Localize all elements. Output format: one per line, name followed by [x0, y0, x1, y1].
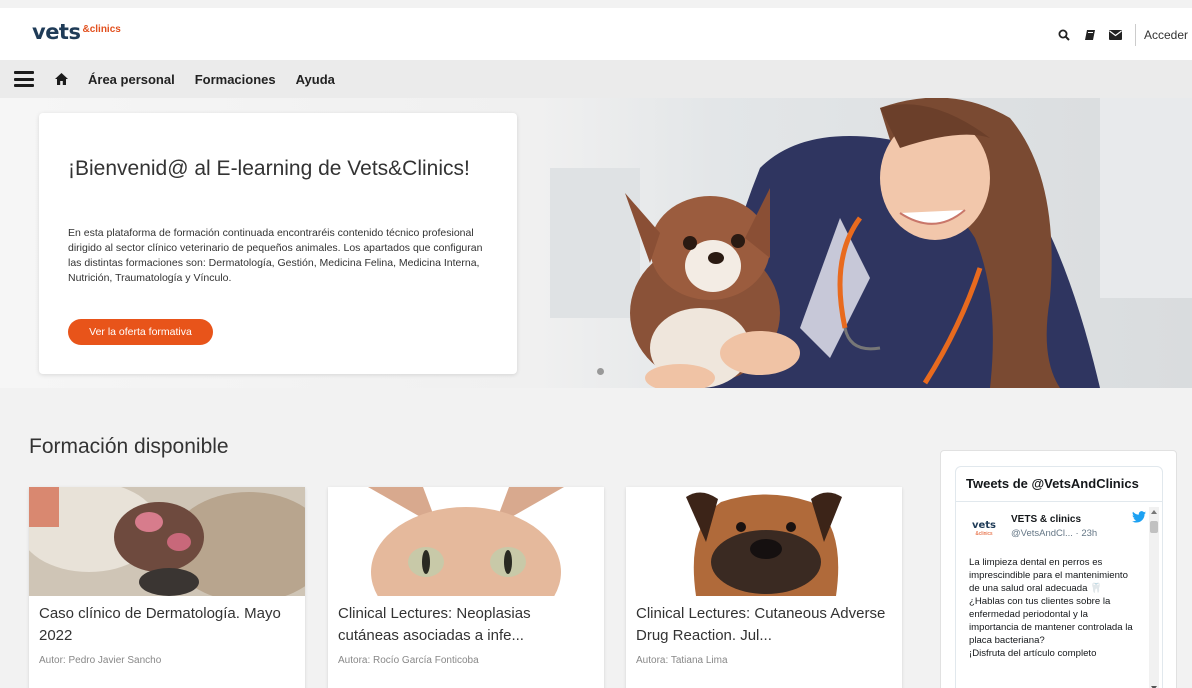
twitter-scrollbar[interactable] — [1149, 507, 1159, 688]
scroll-up-arrow-icon[interactable] — [1151, 510, 1157, 514]
search-icon[interactable] — [1051, 24, 1077, 46]
course-author: Autora: Tatiana Lima — [636, 655, 728, 666]
header-divider — [1134, 24, 1136, 46]
twitter-header[interactable]: Tweets de @VetsAndClinics — [956, 467, 1162, 502]
section-title: Formación disponible — [29, 435, 229, 458]
course-image-sphynx-cat — [328, 487, 604, 596]
course-title[interactable]: Caso clínico de Dermatología. Mayo 2022 — [39, 603, 295, 647]
header-actions: Acceder — [1051, 24, 1192, 46]
hero-title: ¡Bienvenid@ al E-learning de Vets&Clinic… — [68, 157, 470, 180]
course-image-dermatology — [29, 487, 305, 596]
twitter-widget-block: Tweets de @VetsAndClinics vets &clinics … — [940, 450, 1177, 688]
course-image-boxer-dog — [626, 487, 902, 596]
course-card[interactable]: Caso clínico de Dermatología. Mayo 2022 … — [29, 487, 305, 688]
hero-description: En esta plataforma de formación continua… — [68, 227, 483, 284]
nav-item-area-personal[interactable]: Área personal — [88, 72, 175, 87]
envelope-icon[interactable] — [1103, 24, 1129, 46]
course-title[interactable]: Clinical Lectures: Neoplasias cutáneas a… — [338, 603, 594, 647]
hamburger-menu-icon[interactable] — [14, 71, 34, 87]
course-author: Autora: Rocío García Fonticoba — [338, 655, 479, 666]
tweet-text: La limpieza dental en perros es impresci… — [969, 557, 1133, 659]
twitter-timeline: Tweets de @VetsAndClinics vets &clinics … — [955, 466, 1163, 688]
carousel-indicator[interactable] — [597, 368, 604, 375]
hero-banner: ¡Bienvenid@ al E-learning de Vets&Clinic… — [0, 98, 1192, 388]
nav-item-formaciones[interactable]: Formaciones — [195, 72, 276, 87]
tweet-handle[interactable]: @VetsAndCl... · 23h — [1011, 528, 1097, 539]
tweet-author[interactable]: vets &clinics VETS & clinics @VetsAndCl.… — [969, 514, 1140, 544]
avatar-logo-text: vets — [971, 520, 997, 531]
main-navigation: Área personal Formaciones Ayuda — [0, 60, 1192, 98]
course-card[interactable]: Clinical Lectures: Neoplasias cutáneas a… — [328, 487, 604, 688]
avatar-logo-subtext: &clinics — [975, 531, 993, 537]
login-link[interactable]: Acceder — [1144, 28, 1192, 42]
home-icon[interactable] — [54, 71, 70, 87]
top-header: vets &clinics Acceder — [0, 8, 1192, 60]
book-icon[interactable] — [1077, 24, 1103, 46]
course-title[interactable]: Clinical Lectures: Cutaneous Adverse Dru… — [636, 603, 892, 647]
site-logo[interactable]: vets &clinics — [32, 21, 121, 43]
avatar[interactable]: vets &clinics — [969, 514, 999, 544]
logo-subtext: &clinics — [82, 24, 121, 35]
nav-item-ayuda[interactable]: Ayuda — [296, 72, 335, 87]
course-author: Autor: Pedro Javier Sancho — [39, 655, 162, 666]
course-card[interactable]: Clinical Lectures: Cutaneous Adverse Dru… — [626, 487, 902, 688]
twitter-bird-icon[interactable] — [1132, 510, 1146, 528]
welcome-card: ¡Bienvenid@ al E-learning de Vets&Clinic… — [39, 113, 517, 374]
logo-text: vets — [32, 20, 81, 44]
tweet-account-name[interactable]: VETS & clinics — [1011, 514, 1097, 525]
tweet[interactable]: vets &clinics VETS & clinics @VetsAndCl.… — [956, 503, 1148, 688]
training-offer-button[interactable]: Ver la oferta formativa — [68, 319, 213, 345]
scrollbar-thumb[interactable] — [1150, 521, 1158, 533]
